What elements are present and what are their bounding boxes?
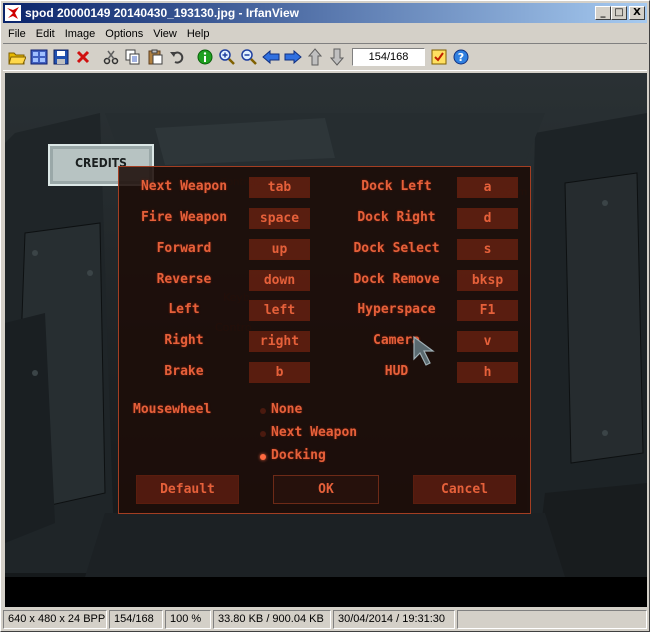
status-zoom: 100 % — [165, 610, 211, 629]
thumbnails-icon[interactable] — [28, 46, 50, 68]
next-icon[interactable] — [282, 46, 304, 68]
mousewheel-label: Mousewheel — [133, 402, 212, 417]
action-label-left: Left — [168, 302, 200, 317]
mousewheel-radio-none[interactable] — [260, 408, 266, 414]
action-label-dock-select: Dock Select — [353, 241, 440, 256]
menu-view[interactable]: View — [148, 28, 182, 40]
action-label-next-weapon: Next Weapon — [140, 179, 228, 194]
upload-icon[interactable] — [304, 46, 326, 68]
save-icon[interactable] — [50, 46, 72, 68]
cut-icon[interactable] — [100, 46, 122, 68]
menu-file[interactable]: File — [3, 28, 31, 40]
irfanview-icon — [5, 5, 21, 21]
key-fire-weapon[interactable]: space — [249, 208, 310, 229]
minimize-button[interactable]: _ — [595, 6, 611, 20]
delete-icon[interactable] — [72, 46, 94, 68]
key-brake[interactable]: b — [249, 362, 310, 383]
ok-button[interactable]: OK — [273, 475, 379, 504]
key-forward[interactable]: up — [249, 239, 310, 260]
title-bar[interactable]: spod 20000149 20140430_193130.jpg - Irfa… — [3, 3, 647, 23]
action-label-dock-right: Dock Right — [357, 210, 436, 225]
copy-icon[interactable] — [122, 46, 144, 68]
help-icon[interactable]: ? — [450, 46, 472, 68]
status-bar: 640 x 480 x 24 BPP 154/168 100 % 33.80 K… — [3, 610, 647, 630]
mousewheel-radio-docking[interactable] — [260, 454, 266, 460]
cancel-button[interactable]: Cancel — [413, 475, 516, 504]
action-label-reverse: Reverse — [156, 272, 212, 287]
previous-icon[interactable] — [260, 46, 282, 68]
download-icon[interactable] — [326, 46, 348, 68]
status-datetime: 30/04/2014 / 19:31:30 — [333, 610, 455, 629]
info-icon[interactable] — [194, 46, 216, 68]
close-button[interactable]: X — [629, 6, 645, 20]
status-page: 154/168 — [109, 610, 163, 629]
menu-image[interactable]: Image — [60, 28, 101, 40]
mousewheel-option-docking[interactable]: Docking — [271, 448, 326, 463]
toolbar: 154/168 ? — [3, 43, 647, 71]
default-button[interactable]: Default — [136, 475, 239, 504]
key-left[interactable]: left — [249, 300, 310, 321]
controls-dialog: Next Weapon tab Fire Weapon space Forwar… — [118, 166, 531, 514]
mouse-cursor-icon — [413, 335, 435, 366]
key-next-weapon[interactable]: tab — [249, 177, 310, 198]
action-label-dock-remove: Dock Remove — [353, 272, 440, 287]
action-label-forward: Forward — [156, 241, 212, 256]
action-label-fire-weapon: Fire Weapon — [140, 210, 228, 225]
slideshow-icon[interactable] — [428, 46, 450, 68]
key-dock-remove[interactable]: bksp — [457, 270, 518, 291]
menu-bar: File Edit Image Options View Help — [3, 24, 214, 43]
undo-icon[interactable] — [166, 46, 188, 68]
paste-icon[interactable] — [144, 46, 166, 68]
key-hyperspace[interactable]: F1 — [457, 300, 518, 321]
key-hud[interactable]: h — [457, 362, 518, 383]
maximize-button[interactable]: □ — [611, 6, 627, 20]
zoom-in-icon[interactable] — [216, 46, 238, 68]
mousewheel-radio-next-weapon[interactable] — [260, 431, 266, 437]
status-filesize: 33.80 KB / 900.04 KB — [213, 610, 331, 629]
open-icon[interactable] — [6, 46, 28, 68]
svg-text:?: ? — [458, 51, 464, 64]
page-number-field[interactable]: 154/168 — [352, 48, 425, 66]
key-right[interactable]: right — [249, 331, 310, 352]
action-label-dock-left: Dock Left — [361, 179, 432, 194]
window-title: spod 20000149 20140430_193130.jpg - Irfa… — [25, 6, 299, 20]
action-label-right: Right — [164, 333, 204, 348]
status-empty — [457, 610, 647, 629]
menu-edit[interactable]: Edit — [31, 28, 60, 40]
status-dimensions: 640 x 480 x 24 BPP — [3, 610, 107, 629]
image-viewport[interactable]: Controls System Keyb Contro CREDITS Next… — [5, 73, 647, 607]
menu-help[interactable]: Help — [182, 28, 215, 40]
mousewheel-option-none[interactable]: None — [271, 402, 302, 417]
key-dock-left[interactable]: a — [457, 177, 518, 198]
key-dock-right[interactable]: d — [457, 208, 518, 229]
irfanview-window: spod 20000149 20140430_193130.jpg - Irfa… — [0, 0, 650, 632]
action-label-brake: Brake — [164, 364, 204, 379]
action-label-hyperspace: Hyperspace — [357, 302, 436, 317]
key-reverse[interactable]: down — [249, 270, 310, 291]
key-camera[interactable]: v — [457, 331, 518, 352]
zoom-out-icon[interactable] — [238, 46, 260, 68]
menu-options[interactable]: Options — [100, 28, 148, 40]
mousewheel-option-next-weapon[interactable]: Next Weapon — [271, 425, 357, 440]
key-dock-select[interactable]: s — [457, 239, 518, 260]
